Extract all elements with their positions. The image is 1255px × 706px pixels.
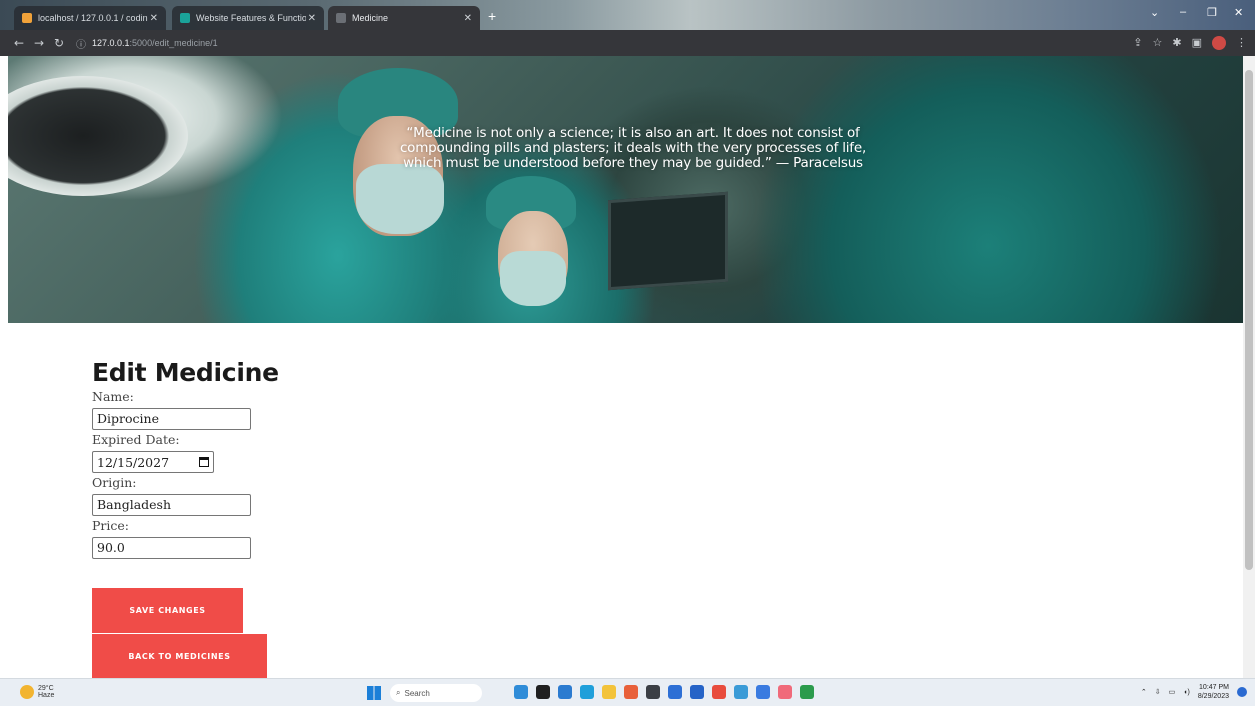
weather-widget[interactable]: 29°C Haze [20,685,54,699]
scrollbar-thumb[interactable] [1245,70,1253,570]
os-taskbar: 29°C Haze ⌕ Search ⌃ ⇩ ▭ ◖) 10:47 PM 8/2… [0,678,1255,706]
expired-date-input[interactable]: 12/15/2027 [92,451,214,473]
taskbar-app-icon[interactable] [536,685,550,699]
profile-avatar-icon[interactable] [1212,36,1226,50]
taskbar-app-icon[interactable] [690,685,704,699]
taskbar-app-icon[interactable] [624,685,638,699]
bookmark-star-icon[interactable]: ☆ [1153,36,1163,50]
taskbar-app-icon[interactable] [646,685,660,699]
tab-label: Medicine [352,13,389,23]
windows-start-icon[interactable] [367,686,381,700]
origin-label: Origin: [92,475,137,490]
tab-search-icon[interactable]: ⌄ [1150,6,1159,19]
network-icon[interactable]: ▭ [1169,688,1176,696]
page-title: Edit Medicine [92,358,279,387]
expired-date-value: 12/15/2027 [97,454,170,470]
browser-tab-phpmyadmin[interactable]: localhost / 127.0.0.1 / codingth... ✕ [14,6,166,30]
tab-label: localhost / 127.0.0.1 / codingth... [38,13,148,23]
edit-medicine-form: Edit Medicine Name: Diprocine Expired Da… [92,358,279,678]
clock-date: 8/29/2023 [1197,693,1229,700]
back-to-medicines-button[interactable]: Back to Medicines [92,634,267,678]
browser-tab-strip: localhost / 127.0.0.1 / codingth... ✕ We… [0,0,1255,30]
taskbar-app-icon[interactable] [712,685,726,699]
system-tray: ⌃ ⇩ ▭ ◖) 10:47 PM 8/29/2023 [1141,683,1247,701]
taskbar-app-icon[interactable] [800,685,814,699]
browser-toolbar: ← → ↻ ⓘ 127.0.0.1:5000/edit_medicine/1 ⇪… [0,30,1255,56]
favicon-icon [180,13,190,23]
close-window-icon[interactable]: ✕ [1234,6,1243,19]
weather-description: Haze [38,692,55,699]
hero-quote: “Medicine is not only a science; it is a… [399,125,867,171]
taskbar-app-icon[interactable] [580,685,594,699]
expired-date-label: Expired Date: [92,432,180,447]
favicon-icon [22,13,32,23]
show-hidden-icons-icon[interactable]: ⌃ [1141,688,1147,696]
side-panel-icon[interactable]: ▣ [1192,36,1202,50]
restore-icon[interactable]: ❐ [1207,6,1217,19]
tab-label: Website Features & Functions [196,13,306,23]
menu-kebab-icon[interactable]: ⋮ [1236,36,1247,50]
browser-tab-medicine[interactable]: Medicine ✕ [328,6,480,30]
hero-banner-image: “Medicine is not only a science; it is a… [8,56,1243,323]
search-icon: ⌕ [396,688,401,697]
weather-sun-icon [20,685,34,699]
price-label: Price: [92,518,129,533]
name-label: Name: [92,389,134,404]
taskbar-app-icon[interactable] [602,685,616,699]
usb-icon[interactable]: ⇩ [1155,688,1161,696]
origin-input[interactable]: Bangladesh [92,494,251,516]
price-input[interactable]: 90.0 [92,537,251,559]
browser-tab-features[interactable]: Website Features & Functions ✕ [172,6,324,30]
taskbar-app-icon[interactable] [668,685,682,699]
monitor-shape [608,191,728,291]
taskbar-app-icon[interactable] [756,685,770,699]
reload-icon[interactable]: ↻ [50,36,68,50]
favicon-icon [336,13,346,23]
taskbar-app-icon[interactable] [514,685,528,699]
clock[interactable]: 10:47 PM 8/29/2023 [1198,683,1229,701]
site-info-icon[interactable]: ⓘ [76,36,86,51]
surgeon-mask [500,251,566,306]
notification-icon[interactable] [1237,687,1247,697]
forward-arrow-icon[interactable]: → [30,36,48,50]
taskbar-app-icon[interactable] [558,685,572,699]
address-bar[interactable]: ⓘ 127.0.0.1:5000/edit_medicine/1 [76,36,218,51]
close-tab-icon[interactable]: ✕ [464,13,472,24]
close-tab-icon[interactable]: ✕ [150,13,158,24]
surgical-lamp [8,76,188,196]
taskbar-app-icon[interactable] [734,685,748,699]
close-tab-icon[interactable]: ✕ [308,13,316,24]
page-scrollbar[interactable] [1243,56,1255,678]
new-tab-icon[interactable]: + [488,8,496,24]
back-arrow-icon[interactable]: ← [10,36,28,50]
calendar-icon[interactable] [199,457,209,467]
taskbar-search[interactable]: ⌕ Search [390,684,482,702]
name-input[interactable]: Diprocine [92,408,251,430]
share-icon[interactable]: ⇪ [1133,36,1142,50]
surgeon-mask [356,164,444,234]
clock-time: 10:47 PM [1199,684,1229,691]
save-changes-button[interactable]: Save Changes [92,588,243,633]
extensions-icon[interactable]: ✱ [1172,36,1181,50]
weather-temperature: 29°C [38,685,54,692]
url-host: 127.0.0.1 [92,38,130,48]
search-placeholder: Search [404,688,430,698]
minimize-icon[interactable]: – [1180,6,1186,18]
taskbar-app-icon[interactable] [778,685,792,699]
taskbar-apps [514,685,814,699]
volume-icon[interactable]: ◖) [1183,689,1190,696]
page-viewport: “Medicine is not only a science; it is a… [0,56,1255,678]
url-path: :5000/edit_medicine/1 [129,38,218,48]
